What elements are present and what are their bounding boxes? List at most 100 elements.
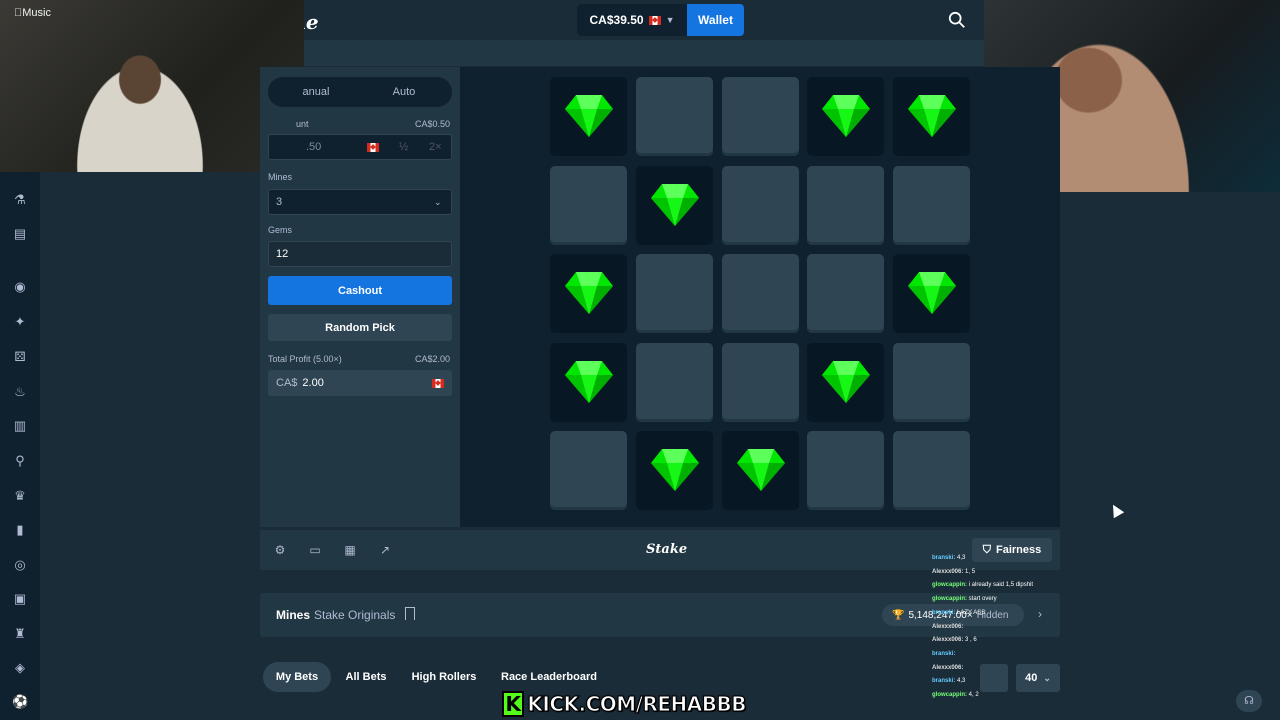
chat-username: branski: (932, 650, 956, 657)
gift-icon[interactable]: ▣ (12, 591, 28, 607)
chat-username: branski: (932, 609, 956, 616)
total-profit-field: CA$ 2.00 (268, 370, 452, 396)
music-logo: Music (14, 7, 51, 19)
tab-auto[interactable]: Auto (360, 81, 448, 103)
fire-icon[interactable]: ♨ (12, 384, 28, 400)
tab-high-rollers[interactable]: High Rollers (403, 662, 485, 692)
gem-icon (908, 272, 957, 314)
chat-message: Alexxx006: (932, 662, 1042, 676)
settings-icon[interactable]: ⚙ (273, 543, 287, 557)
kick-url-text: KICK.COM/REHABBB (527, 692, 747, 717)
half-button[interactable]: ½ (399, 141, 408, 153)
tile-gem[interactable] (550, 254, 627, 333)
mines-label: Mines (268, 172, 293, 182)
chat-username: Alexxx006: (932, 637, 964, 644)
chat-text: 4, 2 (967, 692, 979, 699)
tile-hidden[interactable] (721, 165, 799, 245)
soccer-icon[interactable]: ⚽ (12, 694, 28, 710)
tile-gem[interactable] (550, 342, 627, 422)
bet-amount-value: CA$0.50 (415, 119, 451, 129)
stake-logo: Stake (646, 542, 688, 557)
stats-chart-icon[interactable]: ▦ (343, 543, 357, 557)
canada-flag-icon (432, 379, 444, 388)
chip-icon[interactable]: ◎ (12, 557, 28, 573)
bet-amount-input[interactable]: .50 ½ 2× (268, 134, 452, 160)
tile-hidden[interactable] (550, 431, 627, 510)
bottle-icon[interactable]: ▮ (12, 522, 28, 538)
support-icon[interactable]: ☊ (1236, 690, 1262, 712)
cashout-button[interactable]: Cashout (268, 276, 452, 305)
tile-gem[interactable] (721, 431, 799, 510)
tile-gem[interactable] (893, 77, 971, 156)
search-icon[interactable] (948, 11, 966, 29)
crown-icon[interactable]: ♛ (12, 488, 28, 504)
chat-username: Alexxx006: (932, 664, 964, 671)
tile-hidden[interactable] (721, 342, 799, 422)
tile-hidden[interactable] (893, 165, 971, 245)
bet-amount-label: unt (296, 119, 309, 129)
random-pick-button[interactable]: Random Pick (268, 314, 452, 341)
tile-gem[interactable] (893, 254, 971, 333)
slots-icon[interactable]: ▥ (12, 418, 28, 434)
chevron-down-icon: ⌄ (434, 196, 442, 207)
sub-header (300, 40, 984, 66)
tab-manual[interactable]: anual (272, 81, 360, 103)
gems-field: 12 (268, 241, 452, 267)
sparkle-icon[interactable]: ✦ (12, 314, 28, 330)
tile-gem[interactable] (807, 77, 885, 156)
tile-gem[interactable] (635, 431, 713, 510)
trophy-icon[interactable]: ♜ (12, 626, 28, 642)
tile-gem[interactable] (635, 165, 713, 245)
flask-icon[interactable]: ⚗ (12, 192, 28, 208)
tile-hidden[interactable] (635, 77, 713, 156)
stream-chat-overlay: branski: 4,3 Alexxx006: 1, 5 glowcappin: i… (932, 552, 1042, 720)
wand-icon[interactable]: ⚲ (12, 453, 28, 469)
tile-hidden[interactable] (893, 431, 971, 510)
double-button[interactable]: 2× (429, 141, 442, 153)
total-profit-value: CA$2.00 (415, 354, 451, 364)
kick-channel-overlay: K KICK.COM/REHABBB (502, 690, 747, 718)
chevron-down-icon: ▼ (665, 15, 675, 25)
kick-logo-icon: K (502, 691, 525, 717)
dice-icon[interactable]: ⚄ (12, 349, 28, 365)
tile-gem[interactable] (807, 342, 885, 422)
coin-icon[interactable]: ◉ (12, 279, 28, 295)
tab-my-bets[interactable]: My Bets (263, 662, 331, 692)
chat-text: 4,3 (955, 678, 966, 685)
news-icon[interactable]: ▤ (12, 226, 28, 242)
tab-all-bets[interactable]: All Bets (335, 662, 397, 692)
gem-icon (565, 95, 613, 137)
theatre-mode-icon[interactable]: ▭ (308, 543, 322, 557)
wallet-button[interactable]: Wallet (687, 4, 744, 36)
bet-control-panel: anual Auto unt CA$0.50 .50 ½ 2× Mines 3 … (260, 67, 460, 527)
tile-gem[interactable] (550, 77, 627, 156)
tile-hidden[interactable] (721, 254, 799, 333)
gem-icon (650, 449, 699, 491)
chevron-down-icon: ⌄ (1043, 672, 1051, 683)
tile-hidden[interactable] (807, 165, 885, 245)
gem-icon (822, 360, 871, 403)
total-profit-label: Total Profit (5.00×) (268, 354, 342, 364)
balance-amount: CA$39.50 (589, 13, 644, 27)
chat-message: branski: 4,3 (932, 675, 1042, 689)
chat-text: i already said 1,5 dipshit (967, 582, 1034, 589)
chat-text: 3 , 6 (963, 637, 977, 644)
live-stats-icon[interactable]: ↗ (378, 543, 392, 557)
tile-hidden[interactable] (550, 165, 627, 245)
balance-selector[interactable]: CA$39.50 ▼ (577, 4, 687, 36)
tile-hidden[interactable] (807, 254, 885, 333)
tile-hidden[interactable] (721, 77, 799, 156)
chat-message: Alexxx006: (932, 621, 1042, 635)
tab-race-leaderboard[interactable]: Race Leaderboard (497, 662, 601, 692)
game-provider[interactable]: Stake Originals (314, 608, 395, 622)
tile-hidden[interactable] (807, 431, 885, 510)
chat-text: LAZY ASS (955, 609, 986, 616)
tile-hidden[interactable] (635, 254, 713, 333)
ball-icon[interactable]: ◈ (12, 660, 28, 676)
tile-hidden[interactable] (893, 342, 971, 422)
bookmark-icon[interactable] (405, 607, 415, 620)
chat-text: 4,3 (955, 555, 966, 561)
chat-message: Alexxx006: 3 , 6 (932, 634, 1042, 648)
tile-hidden[interactable] (635, 342, 713, 422)
mines-select[interactable]: 3 ⌄ (268, 189, 452, 215)
